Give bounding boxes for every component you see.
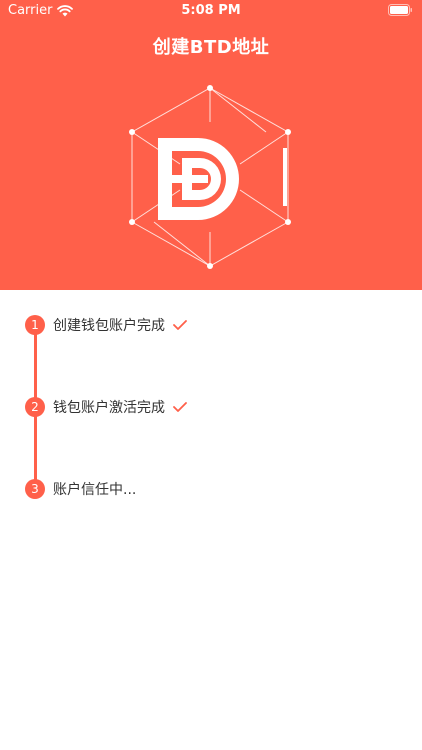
step-3-number: 3: [25, 479, 45, 499]
step-3: 3 账户信任中...: [25, 478, 136, 500]
progress-steps: 1 创建钱包账户完成 2 钱包账户激活完成 3 账户信任中...: [0, 290, 422, 750]
step-1-number: 1: [25, 315, 45, 335]
check-icon: [173, 402, 187, 412]
status-time: 5:08 PM: [181, 3, 241, 18]
step-3-label: 账户信任中...: [53, 482, 137, 498]
status-bar: Carrier 5:08 PM: [0, 0, 422, 22]
check-icon: [173, 320, 187, 330]
step-1: 1 创建钱包账户完成: [25, 314, 187, 336]
page-title: 创建BTD地址: [152, 37, 270, 58]
battery-icon: [388, 4, 412, 16]
btd-logo: [129, 85, 291, 269]
step-2-label: 钱包账户激活完成: [53, 400, 165, 416]
header-banner: Carrier 5:08 PM 创建BTD地址: [0, 0, 422, 290]
step-1-label: 创建钱包账户完成: [53, 318, 165, 334]
step-2-number: 2: [25, 397, 45, 417]
step-2: 2 钱包账户激活完成: [25, 396, 187, 418]
